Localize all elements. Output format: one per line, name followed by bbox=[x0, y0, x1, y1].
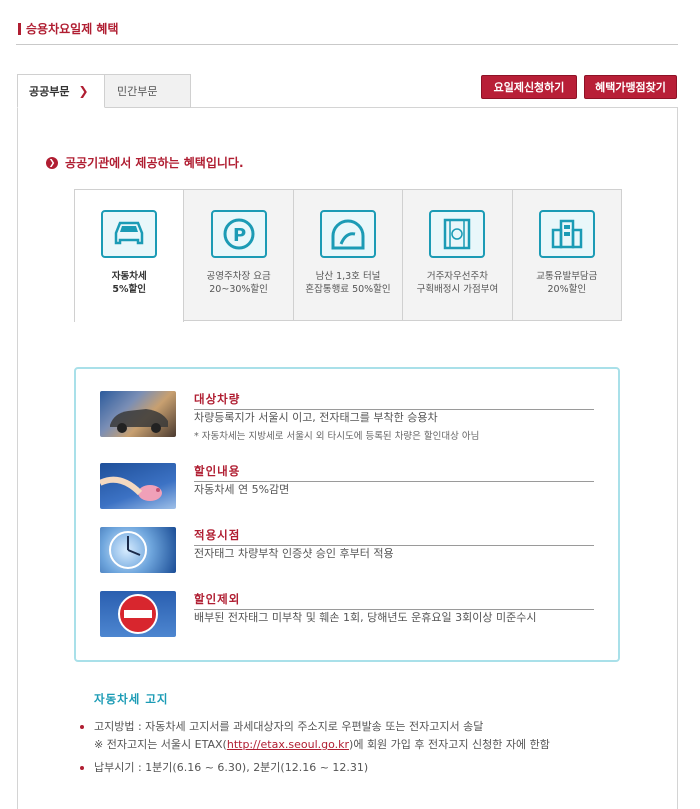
find-store-button[interactable]: 혜택가맹점찾기 bbox=[584, 75, 677, 99]
benefit-tabs: 자동차세 5%할인 P 공영주차장 요금 20~30%할인 남산 1,3호 터널 혼잡… bbox=[74, 189, 623, 322]
list-item: 납부시기 : 1분기(6.16 ~ 6.30), 2분기(12.16 ~ 12.… bbox=[80, 759, 660, 777]
title-divider bbox=[16, 44, 678, 45]
benefit-label: 공영주차장 요금 20~30%할인 bbox=[206, 271, 271, 295]
info-body: 차량등록지가 서울시 이고, 전자태그를 부착한 승용차 bbox=[194, 411, 438, 424]
benefit-label: 교통유발부담금 20%할인 bbox=[536, 271, 598, 295]
benefit-label: 남산 1,3호 터널 혼잡통행료 50%할인 bbox=[305, 271, 391, 295]
tax-method-text: 고지방법 : 자동차세 고지서를 과세대상자의 주소지로 우편발송 또는 전자고… bbox=[94, 720, 484, 733]
info-title: 할인제외 bbox=[194, 591, 594, 610]
tab-private[interactable]: 민간부문 bbox=[105, 74, 191, 108]
tax-notice-title: 자동차세 고지 bbox=[94, 692, 169, 706]
parking-icon: P bbox=[210, 210, 267, 258]
info-title: 할인내용 bbox=[194, 463, 594, 482]
benefit-label: 자동차세 5%할인 bbox=[111, 271, 147, 295]
intro-text: 공공기관에서 제공하는 혜택입니다. bbox=[65, 156, 244, 170]
benefit-parking[interactable]: P 공영주차장 요금 20~30%할인 bbox=[184, 189, 294, 321]
tax-notice-list: 고지방법 : 자동차세 고지서를 과세대상자의 주소지로 우편발송 또는 전자고… bbox=[80, 718, 660, 777]
info-body: 전자태그 차량부착 인증샷 승인 후부터 적용 bbox=[194, 547, 394, 560]
list-item: 고지방법 : 자동차세 고지서를 과세대상자의 주소지로 우편발송 또는 전자고… bbox=[80, 718, 660, 754]
benefit-car-tax[interactable]: 자동차세 5%할인 bbox=[74, 189, 185, 322]
svg-text:P: P bbox=[233, 225, 246, 246]
tab-public[interactable]: 공공부문 ❯ bbox=[17, 74, 105, 108]
info-body: 배부된 전자태그 미부착 및 훼손 1회, 당해년도 운휴요일 3회이상 미준수… bbox=[194, 611, 537, 624]
piggy-bank-photo bbox=[98, 463, 176, 509]
page-title: 승용차요일제 혜택 bbox=[18, 20, 119, 37]
benefit-traffic-charge[interactable]: 교통유발부담금 20%할인 bbox=[512, 189, 623, 321]
bullet-icon bbox=[80, 725, 84, 729]
page-title-text: 승용차요일제 혜택 bbox=[26, 22, 119, 36]
building-icon bbox=[538, 210, 595, 258]
tab-private-label: 민간부문 bbox=[117, 85, 158, 98]
intro-heading: ❯ 공공기관에서 제공하는 혜택입니다. bbox=[46, 154, 244, 171]
car-icon bbox=[101, 210, 158, 258]
title-marker bbox=[18, 22, 21, 35]
tax-e-notice-note: ※ 전자고지는 서울시 ETAX(http://etax.seoul.go.kr… bbox=[94, 738, 550, 751]
resident-parking-icon bbox=[429, 210, 486, 258]
chevron-right-icon: ❯ bbox=[78, 84, 89, 98]
info-box: 대상차량 차량등록지가 서울시 이고, 전자태그를 부착한 승용차 * 자동차세… bbox=[74, 367, 620, 662]
clock-photo bbox=[100, 527, 176, 573]
info-title: 적용시점 bbox=[194, 527, 594, 546]
bullet-icon bbox=[80, 766, 84, 770]
tax-period-text: 납부시기 : 1분기(6.16 ~ 6.30), 2분기(12.16 ~ 12.… bbox=[94, 761, 369, 774]
info-note: * 자동차세는 지방세로 서울시 외 타시도에 등록된 차량은 할인대상 아님 bbox=[194, 431, 480, 442]
etax-link[interactable]: http://etax.seoul.go.kr bbox=[227, 738, 349, 751]
tunnel-icon bbox=[320, 210, 377, 258]
tab-public-label: 공공부문 bbox=[29, 85, 70, 98]
benefit-tunnel[interactable]: 남산 1,3호 터널 혼잡통행료 50%할인 bbox=[293, 189, 404, 321]
no-entry-sign-photo bbox=[100, 591, 176, 637]
tab-bar: 공공부문 ❯ 민간부문 bbox=[17, 74, 191, 108]
car-photo bbox=[100, 391, 176, 437]
chevron-right-icon: ❯ bbox=[46, 156, 58, 169]
benefit-label: 거주자우선주차 구획배정시 가점부여 bbox=[416, 271, 499, 295]
info-title: 대상차량 bbox=[194, 391, 594, 410]
info-body: 자동차세 연 5%감면 bbox=[194, 483, 290, 496]
apply-button[interactable]: 요일제신청하기 bbox=[481, 75, 577, 99]
benefit-resident-parking[interactable]: 거주자우선주차 구획배정시 가점부여 bbox=[403, 189, 513, 321]
